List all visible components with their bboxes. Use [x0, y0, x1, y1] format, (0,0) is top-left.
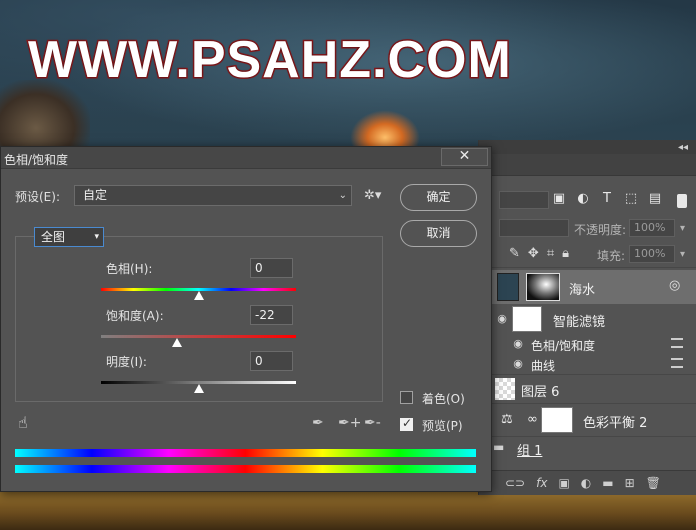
crop-lock-icon[interactable]: ⌗ — [547, 246, 554, 261]
targeted-adjustment-hand-icon[interactable]: ☝ — [18, 413, 28, 432]
layer-row-layer-6[interactable]: 图层 6 — [479, 374, 696, 402]
hue-label: 色相(H): — [106, 262, 153, 276]
filter-name: 色相/饱和度 — [531, 339, 596, 353]
colorize-label: 着色(O) — [422, 392, 465, 406]
dialog-title: 色相/饱和度 — [4, 153, 69, 167]
blending-options-icon[interactable] — [671, 358, 683, 368]
panel-footer: ⊂⊃ fx ▣ ◐ ▬ ⊞ 🗑︎ — [479, 470, 696, 495]
kind-filter-select[interactable] — [499, 191, 549, 209]
lightness-input[interactable]: 0 — [250, 351, 293, 371]
visibility-eye-icon[interactable]: ◉ — [495, 312, 509, 326]
link-icon[interactable]: ∞ — [527, 412, 538, 427]
colorize-checkbox[interactable] — [400, 391, 413, 404]
filter-row-hue-saturation[interactable]: ◉ 色相/饱和度 — [479, 334, 696, 354]
lock-row: ✎ ✥ ⌗ 🔒︎ 填充: 100% ▾ — [479, 242, 696, 268]
move-lock-icon[interactable]: ✥ — [528, 246, 539, 261]
fx-icon[interactable]: fx — [536, 476, 547, 490]
fill-input[interactable]: 100% — [629, 245, 675, 263]
chevron-down-icon[interactable]: ▾ — [680, 249, 685, 260]
saturation-input[interactable]: -22 — [250, 305, 293, 325]
layers-panel: ◂◂ ▣ ◐ T ⬚ ▤ 不透明度: 100% ▾ ✎ ✥ ⌗ 🔒︎ 填充: 1… — [478, 140, 696, 495]
hue-saturation-dialog: 色相/饱和度 ✕ 预设(E): 自定 ⌄ ✲▾ 确定 取消 全图 ▾ 色相(H)… — [0, 146, 492, 492]
preview-checkbox[interactable] — [400, 416, 413, 431]
filter-toggle[interactable] — [677, 194, 687, 208]
new-layer-icon[interactable]: ⊞ — [625, 476, 635, 490]
type-filter-icon[interactable]: T — [599, 191, 615, 206]
eyedropper-icon[interactable]: ✒ — [312, 415, 324, 431]
lock-icon[interactable]: 🔒︎ — [562, 246, 569, 261]
folder-icon: ▬ — [493, 440, 505, 454]
trash-icon[interactable]: 🗑︎ — [646, 476, 661, 490]
new-group-icon[interactable]: ▬ — [602, 476, 613, 490]
saturation-slider-track[interactable] — [101, 335, 296, 338]
link-layers-icon[interactable]: ⊂⊃ — [505, 476, 525, 490]
lightness-label: 明度(I): — [106, 355, 147, 369]
blend-mode-select[interactable] — [499, 219, 569, 237]
layer-row-smart-filters[interactable]: ◉ 智能滤镜 — [479, 304, 696, 334]
hue-slider-thumb[interactable] — [193, 291, 204, 300]
layer-name: 智能滤镜 — [553, 315, 606, 330]
blending-options-icon[interactable] — [671, 338, 683, 348]
dialog-titlebar[interactable]: 色相/饱和度 ✕ — [1, 147, 491, 169]
visibility-eye-icon[interactable]: ◉ — [511, 357, 525, 371]
panel-tabs — [479, 154, 696, 176]
layer-mask-thumbnail[interactable] — [541, 407, 573, 433]
cancel-button[interactable]: 取消 — [400, 220, 477, 247]
layer-mask-thumbnail[interactable] — [526, 273, 560, 301]
blend-row: 不透明度: 100% ▾ — [479, 216, 696, 242]
eyedropper-add-icon[interactable]: ✒+ — [338, 415, 361, 431]
close-button[interactable]: ✕ — [441, 148, 488, 166]
hue-input[interactable]: 0 — [250, 258, 293, 278]
smart-filter-badge-icon: ◎ — [669, 278, 681, 293]
opacity-input[interactable]: 100% — [629, 219, 675, 237]
eyedropper-subtract-icon[interactable]: ✒- — [364, 415, 381, 431]
filter-name: 曲线 — [531, 359, 556, 373]
preset-select[interactable]: 自定 ⌄ — [74, 185, 352, 206]
layer-name: 色彩平衡 2 — [583, 416, 648, 431]
lightness-slider-thumb[interactable] — [193, 384, 204, 393]
input-color-bar — [15, 449, 476, 457]
gear-icon[interactable]: ✲▾ — [364, 188, 381, 203]
layer-name: 组 1 — [517, 444, 543, 459]
balance-scale-icon: ⚖ — [501, 412, 513, 427]
layer-thumbnail — [495, 378, 515, 400]
add-mask-icon[interactable]: ▣ — [558, 476, 569, 490]
layer-name: 图层 6 — [521, 385, 560, 400]
layer-name: 海水 — [569, 283, 596, 298]
layer-row-group[interactable]: ▬ 组 1 — [479, 436, 696, 459]
brush-lock-icon[interactable]: ✎ — [509, 246, 520, 261]
layer-filter-row: ▣ ◐ T ⬚ ▤ — [479, 187, 696, 215]
close-icon: ✕ — [458, 148, 471, 164]
preset-value: 自定 — [83, 188, 108, 202]
shape-filter-icon[interactable]: ⬚ — [623, 191, 639, 206]
channel-value: 全图 — [41, 230, 66, 244]
channel-select[interactable]: 全图 ▾ — [34, 227, 104, 247]
smart-filter-icon[interactable]: ▤ — [647, 191, 663, 206]
adjustment-layer-icon[interactable]: ◐ — [581, 476, 591, 490]
collapse-icon[interactable]: ◂◂ — [678, 142, 688, 153]
watermark-text: WWW.PSAHZ.COM — [27, 30, 513, 91]
chevron-down-icon: ⌄ — [338, 190, 347, 201]
saturation-label: 饱和度(A): — [106, 309, 164, 323]
opacity-label: 不透明度: — [574, 223, 627, 237]
fill-label: 填充: — [597, 249, 626, 263]
chevron-down-icon[interactable]: ▾ — [680, 223, 685, 234]
adjustment-group — [15, 236, 383, 402]
visibility-eye-icon[interactable]: ◉ — [511, 337, 525, 351]
layer-row-color-balance[interactable]: ⚖ ∞ 色彩平衡 2 — [479, 403, 696, 435]
filter-row-curves[interactable]: ◉ 曲线 — [479, 354, 696, 374]
adjustment-filter-icon[interactable]: ◐ — [575, 191, 591, 206]
output-color-bar — [15, 465, 476, 473]
saturation-slider-thumb[interactable] — [172, 338, 183, 347]
panel-header: ◂◂ — [479, 140, 696, 154]
ok-button[interactable]: 确定 — [400, 184, 477, 211]
layer-thumbnail — [497, 273, 519, 301]
preset-label: 预设(E): — [15, 190, 60, 204]
image-filter-icon[interactable]: ▣ — [551, 191, 567, 206]
filter-mask-thumbnail[interactable] — [512, 306, 542, 332]
preview-label: 预览(P) — [422, 419, 463, 433]
layer-row-seawater[interactable]: 海水 ◎ — [479, 270, 696, 304]
chevron-down-icon: ▾ — [94, 232, 99, 242]
